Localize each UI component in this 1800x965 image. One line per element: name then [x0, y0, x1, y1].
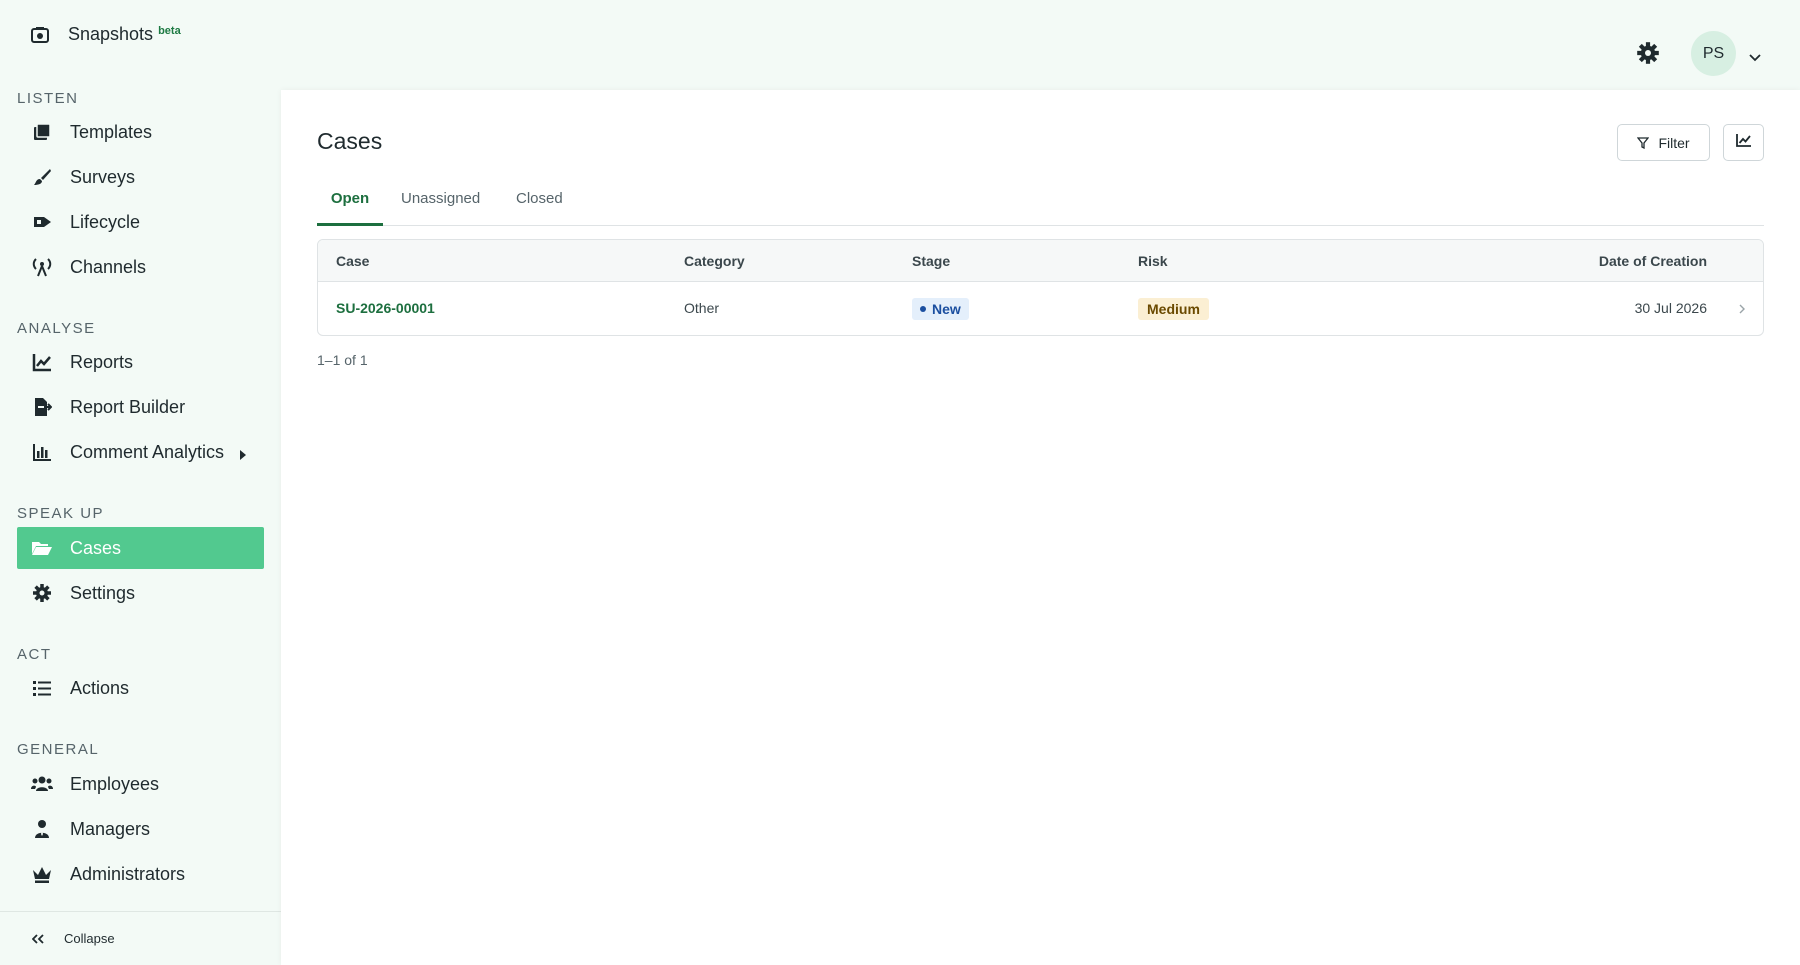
brand-snapshots[interactable]: Snapshots beta: [30, 24, 181, 45]
sidebar-item-label: Employees: [70, 773, 160, 794]
settings-gear-icon[interactable]: [1636, 41, 1660, 65]
column-header-case[interactable]: Case: [336, 253, 369, 269]
chevron-right-icon[interactable]: [1738, 302, 1746, 320]
stage-label: New: [932, 301, 961, 317]
sidebar-item-label: Administrators: [70, 863, 186, 884]
sidebar-item-comment-analytics[interactable]: Comment Analytics: [17, 431, 264, 473]
tab-closed[interactable]: Closed: [516, 185, 563, 226]
brush-icon: [31, 166, 53, 188]
sidebar-item-administrators[interactable]: Administrators: [17, 853, 264, 895]
filter-icon: [1637, 136, 1650, 149]
templates-icon: [31, 121, 53, 143]
list-icon: [31, 677, 53, 699]
sidebar-item-actions[interactable]: Actions: [17, 667, 264, 709]
sidebar-item-employees[interactable]: Employees: [17, 763, 264, 805]
column-header-date-of-creation[interactable]: Date of Creation: [1599, 253, 1707, 269]
sidebar-item-label: Settings: [70, 582, 136, 603]
camera-icon: [30, 25, 50, 45]
filter-label: Filter: [1658, 134, 1690, 151]
main-panel: Cases Filter Open Unassigned Closed Case…: [281, 90, 1800, 965]
column-header-stage[interactable]: Stage: [912, 253, 950, 269]
sidebar-item-label: Templates: [70, 121, 153, 142]
sidebar-item-label: Managers: [70, 818, 151, 839]
sidebar-item-report-builder[interactable]: Report Builder: [17, 386, 264, 428]
section-title-speak-up: SPEAK UP: [17, 505, 105, 522]
sidebar-item-label: Surveys: [70, 166, 136, 187]
sidebar-item-settings[interactable]: Settings: [17, 572, 264, 614]
sidebar-item-managers[interactable]: Managers: [17, 808, 264, 850]
sidebar-item-reports[interactable]: Reports: [17, 341, 264, 383]
sidebar-item-label: Actions: [70, 677, 130, 698]
tab-open[interactable]: Open: [317, 185, 383, 226]
risk-badge: Medium: [1138, 298, 1209, 320]
brand-name: Snapshots: [68, 24, 154, 44]
lifecycle-icon: [31, 211, 53, 233]
collapse-button[interactable]: Collapse: [0, 911, 281, 965]
section-title-analyse: ANALYSE: [17, 320, 96, 337]
double-chevron-left-icon: [32, 933, 44, 944]
avatar[interactable]: PS: [1691, 31, 1736, 76]
sidebar-item-surveys[interactable]: Surveys: [17, 156, 264, 198]
crown-icon: [31, 863, 53, 885]
sidebar-item-cases[interactable]: Cases: [17, 527, 264, 569]
table-header: Case Category Stage Risk Date of Creatio…: [318, 240, 1763, 282]
page-title: Cases: [317, 128, 383, 154]
sidebar-item-channels[interactable]: Channels: [17, 246, 264, 288]
column-header-category[interactable]: Category: [684, 253, 745, 269]
tab-unassigned[interactable]: Unassigned: [401, 185, 480, 226]
line-chart-icon: [1735, 133, 1752, 152]
cases-table: Case Category Stage Risk Date of Creatio…: [317, 239, 1764, 336]
section-title-act: ACT: [17, 646, 52, 663]
sidebar-item-label: Comment Analytics: [70, 441, 225, 462]
section-title-general: GENERAL: [17, 741, 100, 758]
sidebar-item-label: Reports: [70, 351, 134, 372]
case-category: Other: [684, 300, 720, 316]
chevron-down-icon[interactable]: [1748, 50, 1762, 62]
line-chart-icon: [31, 351, 53, 373]
pagination-info: 1–1 of 1: [317, 352, 368, 368]
folder-open-icon: [31, 537, 53, 559]
stage-badge: New: [912, 298, 969, 320]
sidebar-item-templates[interactable]: Templates: [17, 111, 264, 153]
file-export-icon: [31, 396, 53, 418]
column-header-risk[interactable]: Risk: [1138, 253, 1168, 269]
sidebar-item-label: Lifecycle: [70, 211, 141, 232]
broadcast-icon: [31, 256, 53, 278]
users-icon: [31, 773, 53, 795]
collapse-label: Collapse: [64, 931, 115, 946]
case-id-link[interactable]: SU-2026-00001: [336, 300, 435, 316]
bar-chart-icon: [31, 441, 53, 463]
filter-button[interactable]: Filter: [1617, 124, 1710, 161]
sidebar-item-label: Cases: [70, 537, 122, 558]
sidebar-item-label: Report Builder: [70, 396, 186, 417]
case-tabs: Open Unassigned Closed: [317, 185, 1764, 226]
user-tie-icon: [31, 818, 53, 840]
sidebar-item-label: Channels: [70, 256, 147, 277]
sidebar-item-lifecycle[interactable]: Lifecycle: [17, 201, 264, 243]
caret-right-icon: [239, 445, 247, 466]
avatar-initials: PS: [1702, 44, 1725, 62]
table-row[interactable]: SU-2026-00001 Other New Medium 30 Jul 20…: [318, 282, 1763, 335]
beta-badge: beta: [158, 24, 181, 37]
sidebar: Snapshots beta LISTEN Templates Surveys …: [0, 0, 281, 965]
gear-icon: [31, 582, 53, 604]
section-title-listen: LISTEN: [17, 90, 79, 107]
case-date: 30 Jul 2026: [1634, 300, 1707, 316]
chart-view-button[interactable]: [1723, 124, 1764, 161]
dot-icon: [920, 306, 926, 312]
